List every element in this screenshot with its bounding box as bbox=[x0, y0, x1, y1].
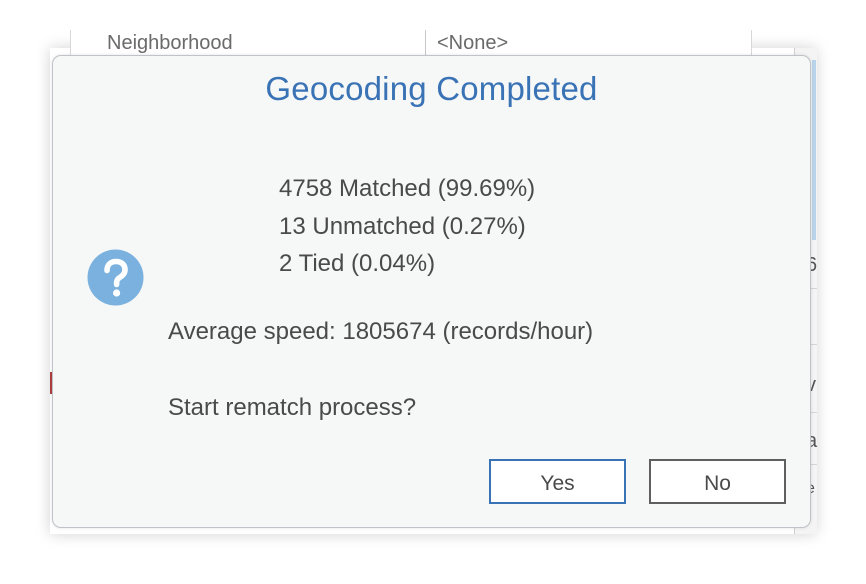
tied-stat: 2 Tied (0.04%) bbox=[279, 250, 436, 277]
background-attribute-row: Neighborhood <None> bbox=[70, 30, 752, 56]
geocoding-stats: 4758 Matched (99.69%) 13 Unmatched (0.27… bbox=[279, 170, 535, 283]
dialog-title: Geocoding Completed bbox=[265, 70, 598, 107]
background-field-value: <None> bbox=[437, 32, 509, 54]
background-field-label: Neighborhood bbox=[107, 32, 233, 54]
unmatched-stat: 13 Unmatched (0.27%) bbox=[279, 212, 526, 240]
background-column-divider bbox=[425, 30, 426, 56]
question-icon bbox=[87, 249, 144, 306]
average-speed-text: Average speed: 1805674 (records/hour) bbox=[168, 318, 594, 345]
geocoding-completed-dialog: Geocoding Completed 4758 Matched (99.69%… bbox=[52, 55, 811, 528]
rematch-prompt: Start rematch process? bbox=[168, 394, 417, 421]
matched-stat: 4758 Matched (99.69%) bbox=[279, 175, 536, 202]
no-button[interactable]: No bbox=[649, 459, 786, 504]
yes-button[interactable]: Yes bbox=[489, 459, 626, 504]
background-map-edge bbox=[812, 60, 816, 240]
